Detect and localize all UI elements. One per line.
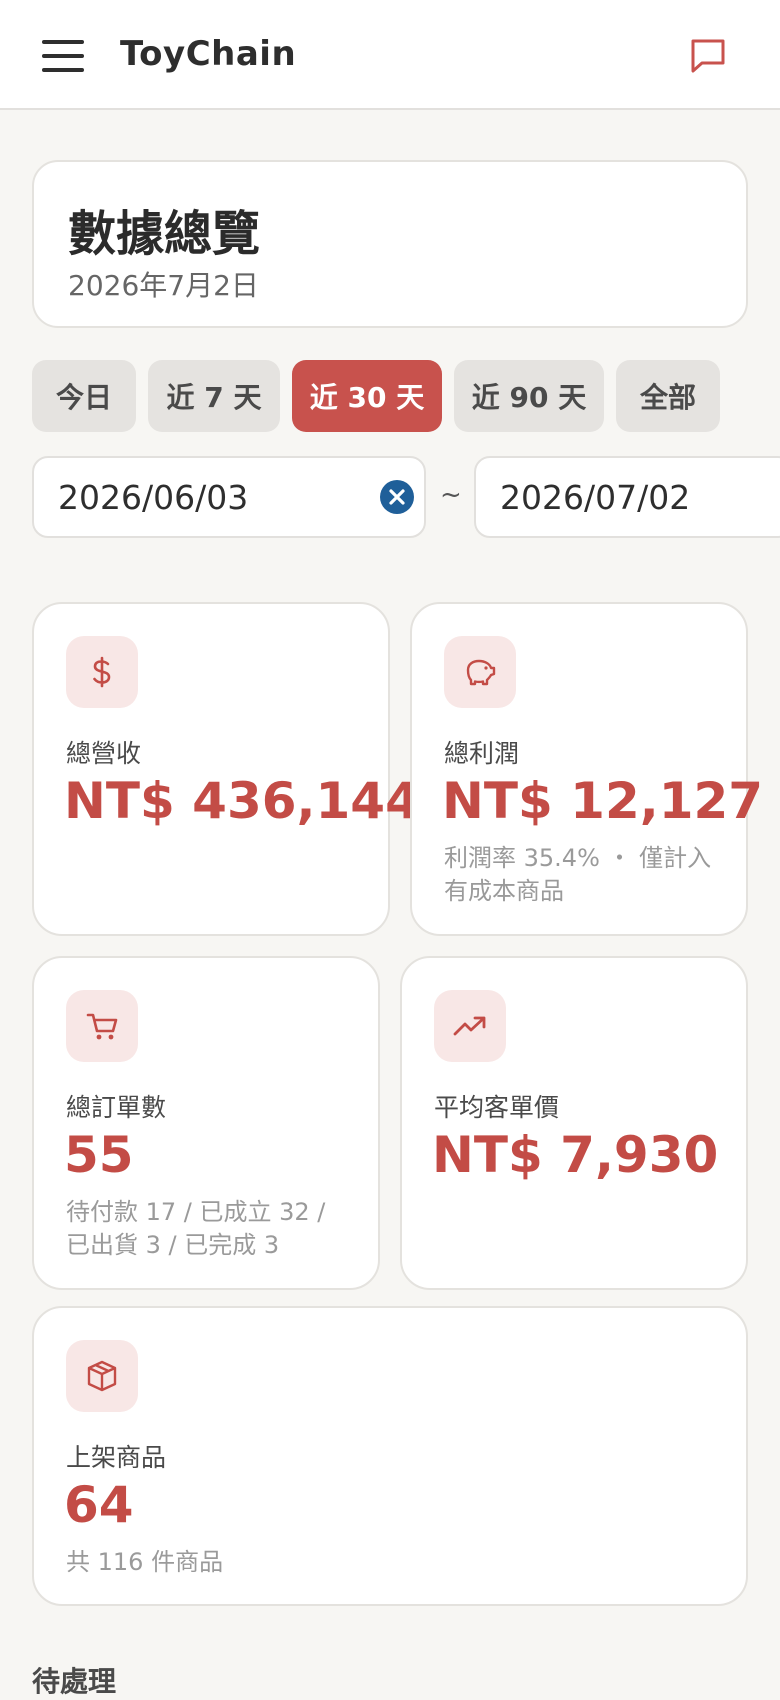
orders-card: 總訂單數 55 待付款 17 / 已成立 32 / 已出貨 3 / 已完成 3 [32, 956, 380, 1290]
products-card: 上架商品 64 共 116 件商品 [32, 1306, 748, 1606]
stat-subtext: 共 116 件商品 [66, 1548, 224, 1576]
stat-label: 上架商品 [66, 1443, 167, 1472]
stat-label: 總利潤 [444, 739, 520, 768]
trending-up-icon [434, 990, 506, 1062]
revenue-card: 總營收 NT$ 436,144 [32, 602, 420, 936]
stat-value: NT$ 7,930 [432, 1126, 719, 1184]
box-icon [66, 1340, 138, 1412]
chat-icon[interactable] [688, 36, 728, 76]
overview-card: 數據總覽 2026年7月2日 [32, 160, 748, 328]
stat-subtext: 利潤率 35.4% ・ 僅計入有成本商品 [444, 844, 712, 905]
dollar-icon [66, 636, 138, 708]
range-today-button[interactable]: 今日 [32, 360, 136, 432]
stat-label: 總營收 [66, 739, 142, 768]
menu-icon[interactable] [42, 40, 84, 72]
stat-value: NT$ 12,127 [442, 772, 764, 830]
avg-order-card: 平均客單價 NT$ 7,930 [400, 956, 748, 1290]
stat-value: 55 [64, 1126, 134, 1184]
overview-date: 2026年7月2日 [68, 269, 259, 302]
range-7d-button[interactable]: 近 7 天 [148, 360, 280, 432]
stat-value: 64 [64, 1476, 134, 1534]
stat-value: NT$ 436,144 [64, 772, 420, 830]
profit-card: 總利潤 NT$ 12,127 利潤率 35.4% ・ 僅計入有成本商品 [410, 602, 763, 936]
start-date-field[interactable]: 2026/06/03 [32, 456, 426, 538]
cart-icon [66, 990, 138, 1062]
piggy-bank-icon [444, 636, 516, 708]
range-30d-button[interactable]: 近 30 天 [292, 360, 442, 432]
date-range-separator: ~ [440, 480, 462, 510]
stat-label: 總訂單數 [66, 1093, 167, 1122]
pending-section-title: 待處理 [32, 1665, 117, 1698]
range-all-button[interactable]: 全部 [616, 360, 720, 432]
stat-subtext: 待付款 17 / 已成立 32 / 已出貨 3 / 已完成 3 [66, 1198, 326, 1259]
range-90d-button[interactable]: 近 90 天 [454, 360, 604, 432]
app-header: ToyChain [0, 0, 780, 110]
end-date-field[interactable]: 2026/07/02 [474, 456, 780, 538]
app-title: ToyChain [120, 34, 297, 74]
stat-label: 平均客單價 [434, 1093, 560, 1122]
page-title: 數據總覽 [68, 206, 261, 262]
clear-date-icon[interactable] [380, 480, 414, 514]
